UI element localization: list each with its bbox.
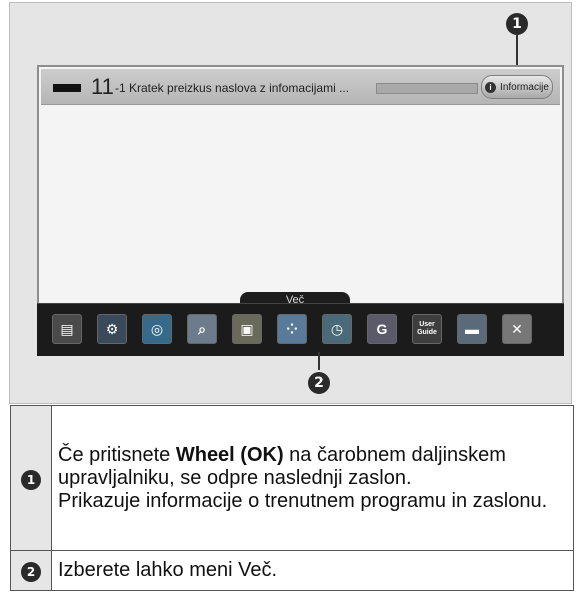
table-row: 2 Izberete lahko meni Več. [10,550,574,591]
progress-bar [376,83,478,94]
info-button[interactable]: i Informacije [481,75,553,99]
info-button-label: Informacije [500,81,549,93]
channel-title: -1 Kratek preizkus naslova z infomacijam… [115,81,350,95]
search-icon[interactable]: ⌕ [187,314,217,344]
row-marker-2: 2 [21,562,41,582]
info-bar: 11 -1 Kratek preizkus naslova z infomaci… [41,69,560,105]
game-icon[interactable]: G [367,314,397,344]
info-icon: i [485,81,497,93]
callout-marker-2: 2 [308,372,330,394]
callout-marker-1: 1 [506,13,528,35]
wheel-ok-label: Wheel (OK) [175,443,284,466]
row-marker-1: 1 [21,469,41,490]
globe-icon[interactable]: ◎ [142,314,172,344]
exit-icon[interactable]: ✕ [502,314,532,344]
row-text-1: Če pritisnete Wheel (OK) na čarobnem dal… [51,405,574,551]
tv-guide-icon[interactable]: ▤ [52,314,82,344]
launcher-bar: ▤ ⚙ ◎ ⌕ ▣ ⁘ ◷ G User Guide ▬ ✕ [37,303,564,356]
screen-illustration: 1 11 -1 Kratek preizkus naslova z infoma… [9,2,572,404]
channel-number: 11 [91,74,114,99]
callout-line-2 [318,352,320,370]
channel-icon [53,84,81,92]
apps-icon[interactable]: ⁘ [277,314,307,344]
settings-icon[interactable]: ⚙ [97,314,127,344]
clock-icon[interactable]: ◷ [322,314,352,344]
legend-table: 1 Če pritisnete Wheel (OK) na čarobnem d… [10,405,574,591]
user-guide-icon[interactable]: User Guide [412,314,442,344]
video-icon[interactable]: ▬ [457,314,487,344]
row-text-2: Izberete lahko meni Več. [51,550,574,591]
tv-icon[interactable]: ▣ [232,314,262,344]
table-row: 1 Če pritisnete Wheel (OK) na čarobnem d… [10,405,574,551]
